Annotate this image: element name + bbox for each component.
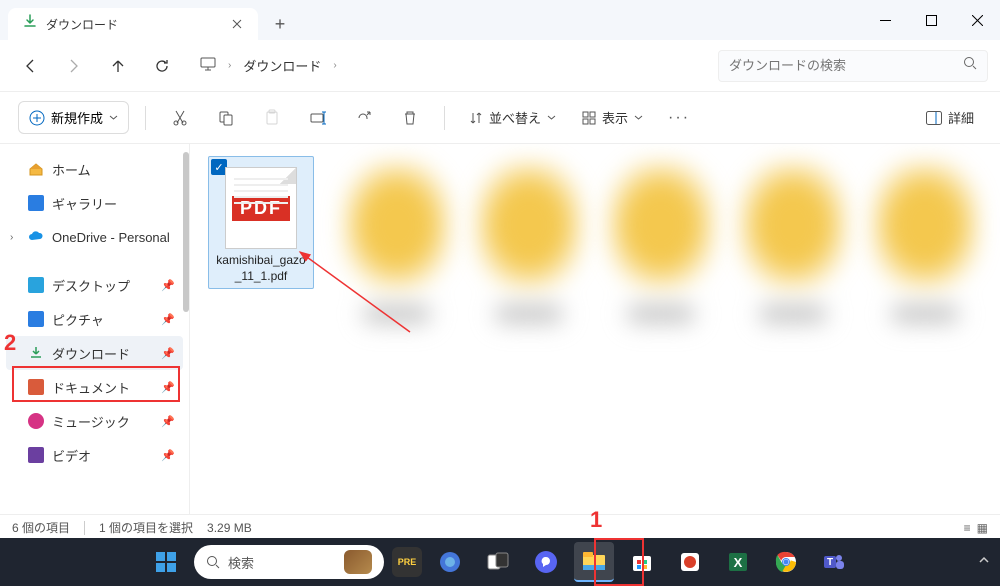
up-button[interactable] bbox=[100, 48, 136, 84]
pin-icon: 📌 bbox=[161, 347, 175, 360]
chevron-down-icon bbox=[109, 113, 118, 122]
maximize-button[interactable] bbox=[908, 0, 954, 40]
taskbar-search[interactable]: 検索 bbox=[194, 545, 384, 579]
chevron-right-icon: › bbox=[333, 60, 336, 71]
paste-button[interactable] bbox=[254, 100, 290, 136]
pictures-icon bbox=[28, 311, 44, 327]
blurred-items bbox=[342, 160, 980, 290]
status-size: 3.29 MB bbox=[207, 521, 252, 535]
monitor-icon bbox=[200, 56, 216, 75]
details-pane-button[interactable]: 詳細 bbox=[918, 102, 982, 133]
taskbar-app-pre[interactable]: PRE bbox=[392, 547, 422, 577]
taskbar-app-teams[interactable]: T bbox=[814, 542, 854, 582]
explorer-window: ダウンロード + › ダウンロード › 新規作成 bbox=[0, 0, 1000, 540]
new-tab-button[interactable]: + bbox=[264, 8, 296, 40]
forward-button[interactable] bbox=[56, 48, 92, 84]
taskbar-app-copilot[interactable] bbox=[430, 542, 470, 582]
chevron-right-icon[interactable]: › bbox=[10, 232, 13, 243]
start-button[interactable] bbox=[146, 542, 186, 582]
rename-button[interactable] bbox=[300, 100, 336, 136]
cloud-icon bbox=[28, 229, 44, 245]
tab-title: ダウンロード bbox=[46, 16, 222, 33]
search-icon bbox=[963, 56, 977, 75]
taskbar-app-chat[interactable] bbox=[526, 542, 566, 582]
search-box[interactable] bbox=[718, 50, 988, 82]
pin-icon: 📌 bbox=[161, 381, 175, 394]
new-button[interactable]: 新規作成 bbox=[18, 101, 129, 134]
sidebar-item-pictures[interactable]: ピクチャ 📌 bbox=[6, 302, 183, 336]
back-button[interactable] bbox=[12, 48, 48, 84]
taskbar-app-explorer[interactable] bbox=[574, 542, 614, 582]
desktop-icon bbox=[28, 277, 44, 293]
chevron-right-icon: › bbox=[228, 60, 231, 71]
sidebar-item-home[interactable]: ホーム bbox=[6, 152, 183, 186]
sidebar-item-downloads[interactable]: ダウンロード 📌 bbox=[6, 336, 183, 370]
search-input[interactable] bbox=[729, 58, 955, 73]
sidebar-item-documents[interactable]: ドキュメント 📌 bbox=[6, 370, 183, 404]
details-view-icon[interactable]: ≡ bbox=[964, 521, 971, 535]
sidebar: ホーム ギャラリー › OneDrive - Personal デスクトップ 📌… bbox=[0, 144, 190, 514]
taskbar: 検索 PRE X T bbox=[0, 538, 1000, 586]
download-icon bbox=[22, 14, 38, 35]
pdf-file-icon: PDF bbox=[225, 167, 297, 249]
more-button[interactable]: ··· bbox=[661, 100, 697, 136]
sidebar-item-music[interactable]: ミュージック 📌 bbox=[6, 404, 183, 438]
svg-text:X: X bbox=[734, 555, 743, 570]
sidebar-item-desktop[interactable]: デスクトップ 📌 bbox=[6, 268, 183, 302]
breadcrumb[interactable]: › ダウンロード › bbox=[188, 50, 710, 82]
music-icon bbox=[28, 413, 44, 429]
breadcrumb-location[interactable]: ダウンロード bbox=[243, 56, 321, 75]
close-button[interactable] bbox=[954, 0, 1000, 40]
taskbar-tray[interactable] bbox=[978, 553, 990, 571]
chevron-down-icon bbox=[634, 113, 643, 122]
tab-downloads[interactable]: ダウンロード bbox=[8, 8, 258, 40]
documents-icon bbox=[28, 379, 44, 395]
taskbar-app-excel[interactable]: X bbox=[718, 542, 758, 582]
sidebar-item-videos[interactable]: ビデオ 📌 bbox=[6, 438, 183, 472]
videos-icon bbox=[28, 447, 44, 463]
sort-button[interactable]: 並べ替え bbox=[461, 102, 564, 133]
pin-icon: 📌 bbox=[161, 415, 175, 428]
status-selected: 1 個の項目を選択 bbox=[99, 519, 193, 536]
content-area[interactable]: ✓ PDF kamishibai_gazo_11_1.pdf bbox=[190, 144, 1000, 514]
pin-icon: 📌 bbox=[161, 313, 175, 326]
grid-view-icon[interactable]: ▦ bbox=[977, 521, 988, 535]
pin-icon: 📌 bbox=[161, 279, 175, 292]
chevron-up-icon[interactable] bbox=[978, 553, 990, 571]
chevron-down-icon bbox=[547, 113, 556, 122]
search-icon bbox=[206, 555, 220, 569]
taskbar-app-generic[interactable] bbox=[670, 542, 710, 582]
sidebar-item-gallery[interactable]: ギャラリー bbox=[6, 186, 183, 220]
sidebar-item-onedrive[interactable]: › OneDrive - Personal bbox=[6, 220, 183, 254]
status-items: 6 個の項目 bbox=[12, 519, 70, 536]
titlebar: ダウンロード + bbox=[0, 0, 1000, 40]
scrollbar[interactable] bbox=[183, 152, 189, 312]
download-icon bbox=[28, 345, 44, 361]
close-icon[interactable] bbox=[230, 17, 244, 31]
address-bar: › ダウンロード › bbox=[0, 40, 1000, 92]
copy-button[interactable] bbox=[208, 100, 244, 136]
share-button[interactable] bbox=[346, 100, 382, 136]
search-badge bbox=[344, 550, 372, 574]
taskbar-app-store[interactable] bbox=[622, 542, 662, 582]
taskbar-app-chrome[interactable] bbox=[766, 542, 806, 582]
svg-text:T: T bbox=[827, 557, 833, 568]
toolbar: 新規作成 並べ替え 表示 ··· 詳細 bbox=[0, 92, 1000, 144]
delete-button[interactable] bbox=[392, 100, 428, 136]
pin-icon: 📌 bbox=[161, 449, 175, 462]
file-item-pdf[interactable]: ✓ PDF kamishibai_gazo_11_1.pdf bbox=[208, 156, 314, 289]
refresh-button[interactable] bbox=[144, 48, 180, 84]
file-name: kamishibai_gazo_11_1.pdf bbox=[213, 253, 309, 284]
body: ホーム ギャラリー › OneDrive - Personal デスクトップ 📌… bbox=[0, 144, 1000, 514]
cut-button[interactable] bbox=[162, 100, 198, 136]
status-bar: 6 個の項目 1 個の項目を選択 3.29 MB ≡ ▦ bbox=[0, 514, 1000, 540]
taskbar-app-taskview[interactable] bbox=[478, 542, 518, 582]
gallery-icon bbox=[28, 195, 44, 211]
minimize-button[interactable] bbox=[862, 0, 908, 40]
view-button[interactable]: 表示 bbox=[574, 102, 651, 133]
